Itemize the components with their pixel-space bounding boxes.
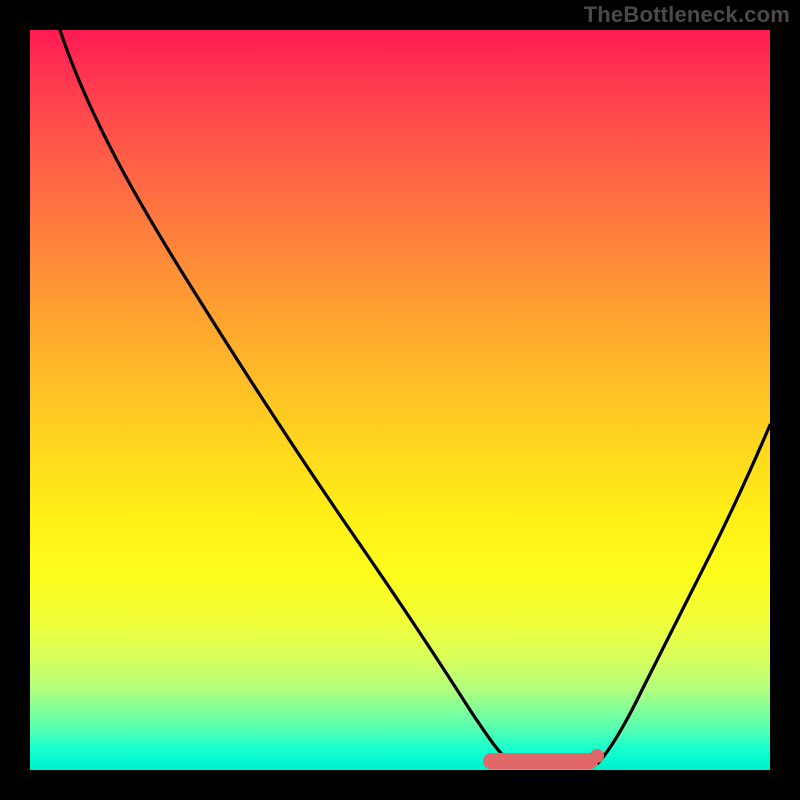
plot-area <box>30 30 770 770</box>
optimal-range-end-dot <box>590 749 604 763</box>
curve-layer <box>30 30 770 770</box>
watermark-text: TheBottleneck.com <box>584 2 790 28</box>
curve-right <box>598 425 770 763</box>
optimal-range-marker <box>483 753 598 769</box>
chart-frame: TheBottleneck.com <box>0 0 800 800</box>
curve-left <box>60 30 512 763</box>
